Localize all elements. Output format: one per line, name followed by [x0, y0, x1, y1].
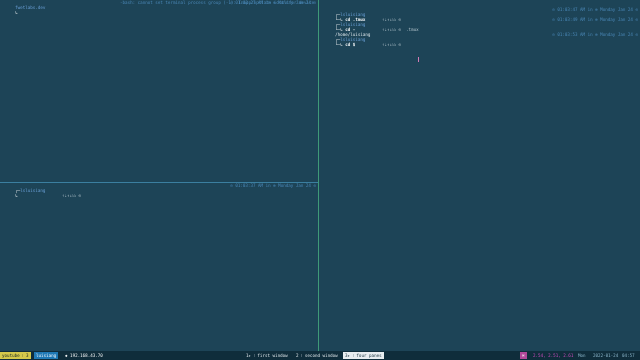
text-cursor: [418, 57, 419, 62]
command-text: cd $: [345, 42, 356, 47]
session-badge[interactable]: youtube ⁝ 3: [0, 352, 31, 359]
prompt-line[interactable]: ↳: [0, 5, 318, 15]
pane-bottom-left[interactable]: ┌─lsluisiang ⇡⇣↑↓⁝⌂ ⊙ ⊙ 01:03:37 AM in ⊕…: [0, 183, 318, 351]
command-line[interactable]: └─↳ cd $: [320, 37, 640, 47]
prefix-indicator-icon: ⌘: [520, 352, 527, 359]
load-average: 2.54, 2.51, 2.61: [533, 353, 574, 358]
prompt-arrow-icon: ↳: [15, 193, 18, 198]
prompt-line[interactable]: ↳: [0, 188, 318, 198]
day-label: Mon: [578, 353, 586, 358]
ip-address: ◆ 192.168.43.70: [65, 353, 103, 358]
date-label: 2022-01-24: [593, 353, 619, 358]
prompt-arrow-icon: └─↳: [335, 42, 346, 47]
pane-divider-vertical[interactable]: [318, 0, 319, 351]
pane-top-left[interactable]: fwetlabs.dev -bash: cannot set terminal …: [0, 0, 318, 182]
pane-right[interactable]: ┌─lsluisiang ⇡⇣↑↓⁝⌂ ⊙ ⊙ 01:03:47 AM in ⊕…: [320, 0, 640, 351]
git-status-icon: ⇡⇣↑↓⁝⌂ ⊙: [62, 193, 81, 198]
prompt-arrow-icon: ↳: [15, 10, 18, 15]
git-status-icon: ⇡⇣↑↓⁝⌂ ⊙: [382, 42, 401, 47]
tmux-status-bar: youtube ⁝ 3 luisiang ◆ 192.168.43.70 1▸ …: [0, 351, 640, 360]
time-label: 04:57: [622, 353, 635, 358]
window-tab-3[interactable]: 3▸ ⁝ four panes: [343, 352, 384, 359]
window-tab-2[interactable]: 2 ⁝ second window: [294, 352, 340, 359]
host-badge: luisiang: [34, 352, 59, 359]
window-tab-1[interactable]: 1▸ ⁝ first window: [244, 352, 290, 359]
